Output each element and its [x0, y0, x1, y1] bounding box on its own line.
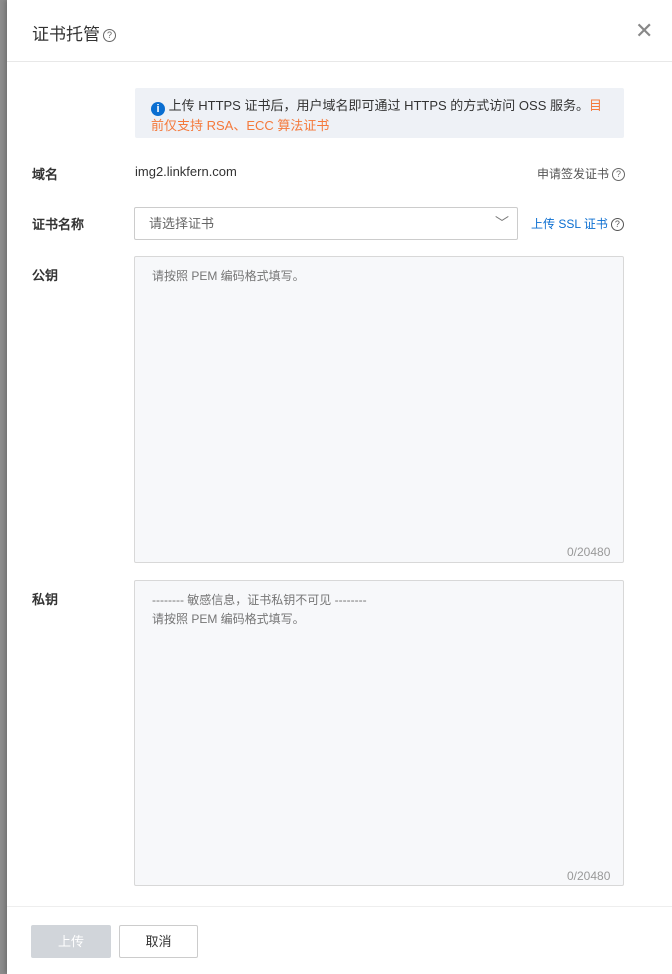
apply-cert-link[interactable]: 申请签发证书?	[537, 165, 625, 182]
help-icon[interactable]: ?	[103, 29, 116, 43]
public-key-count: 0/20480	[567, 545, 611, 559]
private-key-count: 0/20480	[567, 869, 611, 883]
private-key-input[interactable]	[134, 580, 624, 886]
page-backdrop	[0, 0, 7, 974]
chevron-down-icon: ﹀	[495, 215, 509, 231]
cert-name-label: 证书名称	[32, 217, 85, 232]
dialog-header: 证书托管? ✕	[7, 0, 672, 62]
upload-ssl-link[interactable]: 上传 SSL 证书?	[531, 215, 624, 232]
public-key-label: 公钥	[32, 268, 59, 283]
cert-select[interactable]: 请选择证书 ﹀	[134, 207, 518, 240]
dialog-title: 证书托管?	[32, 20, 116, 45]
cert-hosting-dialog: 证书托管? ✕ i 上传 HTTPS 证书后，用户域名即可通过 HTTPS 的方…	[7, 0, 672, 974]
dialog-footer: 上传 取消	[7, 906, 672, 974]
help-icon[interactable]: ?	[612, 168, 625, 182]
info-notice: i 上传 HTTPS 证书后，用户域名即可通过 HTTPS 的方式访问 OSS …	[135, 88, 624, 138]
private-key-label: 私钥	[32, 592, 59, 607]
info-icon: i	[151, 102, 165, 116]
help-icon[interactable]: ?	[610, 218, 624, 232]
cancel-button[interactable]: 取消	[119, 925, 198, 958]
close-icon[interactable]: ✕	[635, 18, 653, 44]
domain-value: img2.linkfern.com	[135, 164, 237, 179]
domain-label: 域名	[32, 167, 59, 182]
public-key-input[interactable]	[134, 256, 624, 563]
upload-button[interactable]: 上传	[31, 925, 111, 958]
